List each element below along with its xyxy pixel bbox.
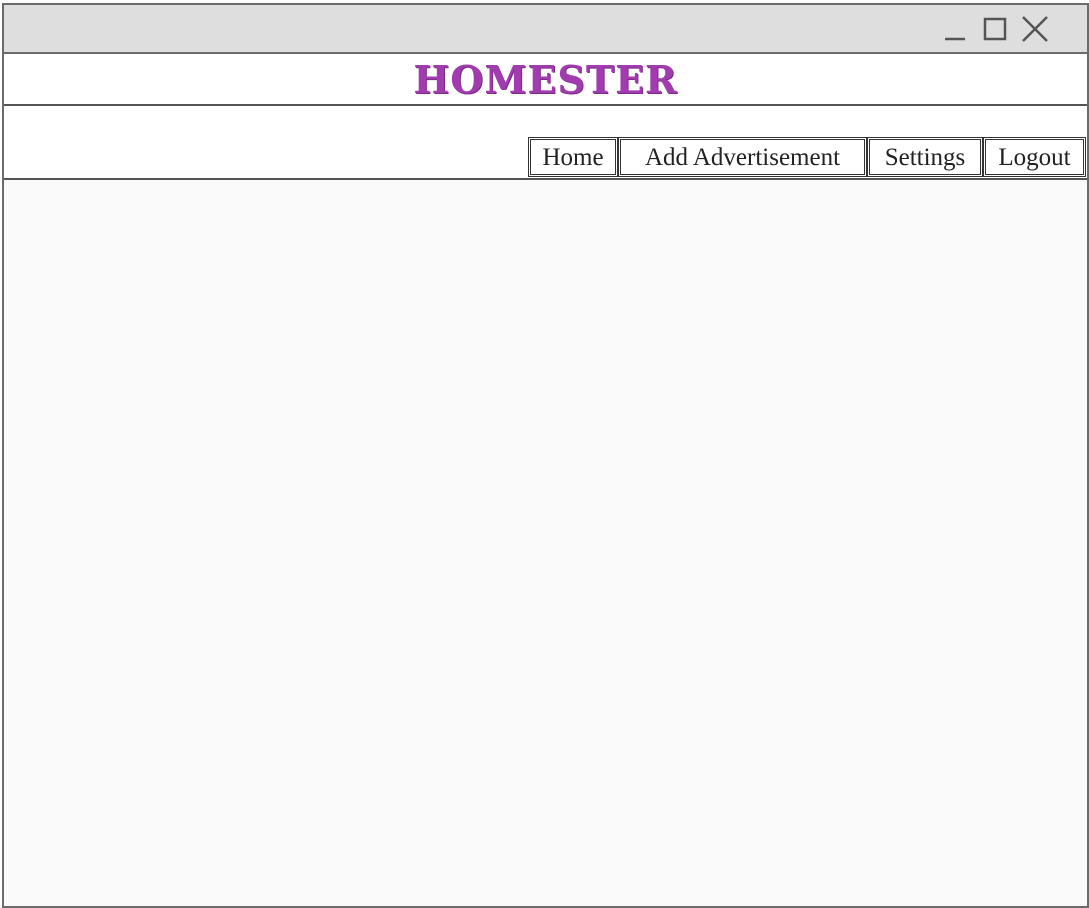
app-header: HOMESTER bbox=[4, 54, 1087, 106]
nav-bar: Home Add Advertisement Settings Logout bbox=[4, 106, 1087, 180]
app-window: HOMESTER Home Add Advertisement Settings… bbox=[2, 3, 1089, 908]
nav-settings-button[interactable]: Settings bbox=[867, 137, 983, 177]
title-bar[interactable] bbox=[4, 5, 1087, 54]
maximize-icon bbox=[979, 13, 1011, 45]
nav-logout-button[interactable]: Logout bbox=[983, 137, 1086, 177]
nav-add-advertisement-button[interactable]: Add Advertisement bbox=[618, 137, 867, 177]
close-button[interactable] bbox=[1019, 13, 1051, 45]
minimize-icon bbox=[939, 13, 971, 45]
close-icon bbox=[1019, 13, 1051, 45]
minimize-button[interactable] bbox=[939, 13, 971, 45]
main-content-area bbox=[4, 180, 1087, 906]
nav-home-button[interactable]: Home bbox=[528, 137, 618, 177]
maximize-button[interactable] bbox=[979, 13, 1011, 45]
brand-logo: HOMESTER bbox=[413, 57, 678, 102]
